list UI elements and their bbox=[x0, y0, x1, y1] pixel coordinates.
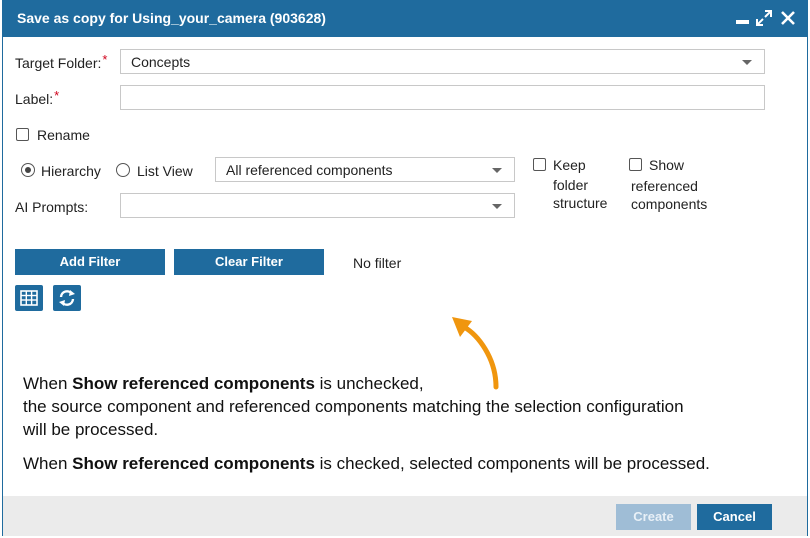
maximize-icon[interactable] bbox=[755, 9, 773, 27]
keep-folder-structure-checkbox[interactable] bbox=[533, 158, 546, 171]
target-folder-select[interactable]: Concepts bbox=[120, 49, 765, 74]
dialog-footer: Create Cancel bbox=[3, 496, 807, 536]
ai-prompts-label: AI Prompts: bbox=[15, 199, 89, 215]
ai-prompts-select[interactable] bbox=[120, 193, 515, 218]
minimize-icon[interactable] bbox=[734, 9, 752, 27]
hierarchy-radio[interactable] bbox=[21, 163, 35, 177]
hierarchy-label: Hierarchy bbox=[41, 163, 101, 179]
show-referenced-components-checkbox[interactable] bbox=[629, 158, 642, 171]
create-button[interactable]: Create bbox=[616, 504, 691, 530]
scope-select[interactable]: All referenced components bbox=[215, 157, 515, 182]
target-folder-value: Concepts bbox=[131, 54, 191, 70]
cancel-button[interactable]: Cancel bbox=[697, 504, 772, 530]
chevron-down-icon bbox=[492, 168, 502, 173]
filter-status: No filter bbox=[353, 255, 402, 271]
keep-folder-label-line3: structure bbox=[553, 195, 608, 211]
chevron-down-icon bbox=[492, 204, 502, 209]
chevron-down-icon bbox=[742, 60, 752, 65]
title-bar[interactable]: Save as copy for Using_your_camera (9036… bbox=[3, 1, 807, 37]
scope-value: All referenced components bbox=[226, 162, 393, 178]
refresh-icon bbox=[59, 290, 75, 306]
list-view-radio[interactable] bbox=[116, 163, 130, 177]
note-paragraph-1: When Show referenced components is unche… bbox=[23, 374, 684, 439]
save-as-copy-dialog: Save as copy for Using_your_camera (9036… bbox=[2, 0, 808, 536]
note-paragraph-2: When Show referenced components is check… bbox=[23, 454, 710, 473]
list-view-label: List View bbox=[137, 163, 193, 179]
rename-label: Rename bbox=[37, 127, 90, 143]
label-label: Label:* bbox=[15, 88, 60, 107]
dialog-title: Save as copy for Using_your_camera (9036… bbox=[17, 10, 326, 26]
show-ref-label-line3: components bbox=[631, 196, 708, 212]
show-ref-label-line1: Show bbox=[649, 157, 685, 173]
rename-checkbox[interactable] bbox=[16, 128, 29, 141]
close-icon[interactable] bbox=[779, 9, 797, 27]
keep-folder-label-line1: Keep bbox=[553, 157, 586, 173]
label-input[interactable] bbox=[121, 86, 764, 109]
table-view-button[interactable] bbox=[15, 285, 43, 311]
clear-filter-button[interactable]: Clear Filter bbox=[174, 249, 324, 275]
table-view-icon bbox=[20, 290, 38, 306]
show-ref-label-line2: referenced bbox=[631, 178, 698, 194]
add-filter-button[interactable]: Add Filter bbox=[15, 249, 165, 275]
refresh-button[interactable] bbox=[53, 285, 81, 311]
target-folder-label: Target Folder:* bbox=[15, 52, 108, 71]
keep-folder-label-line2: folder bbox=[553, 177, 589, 193]
label-field[interactable] bbox=[120, 85, 765, 110]
